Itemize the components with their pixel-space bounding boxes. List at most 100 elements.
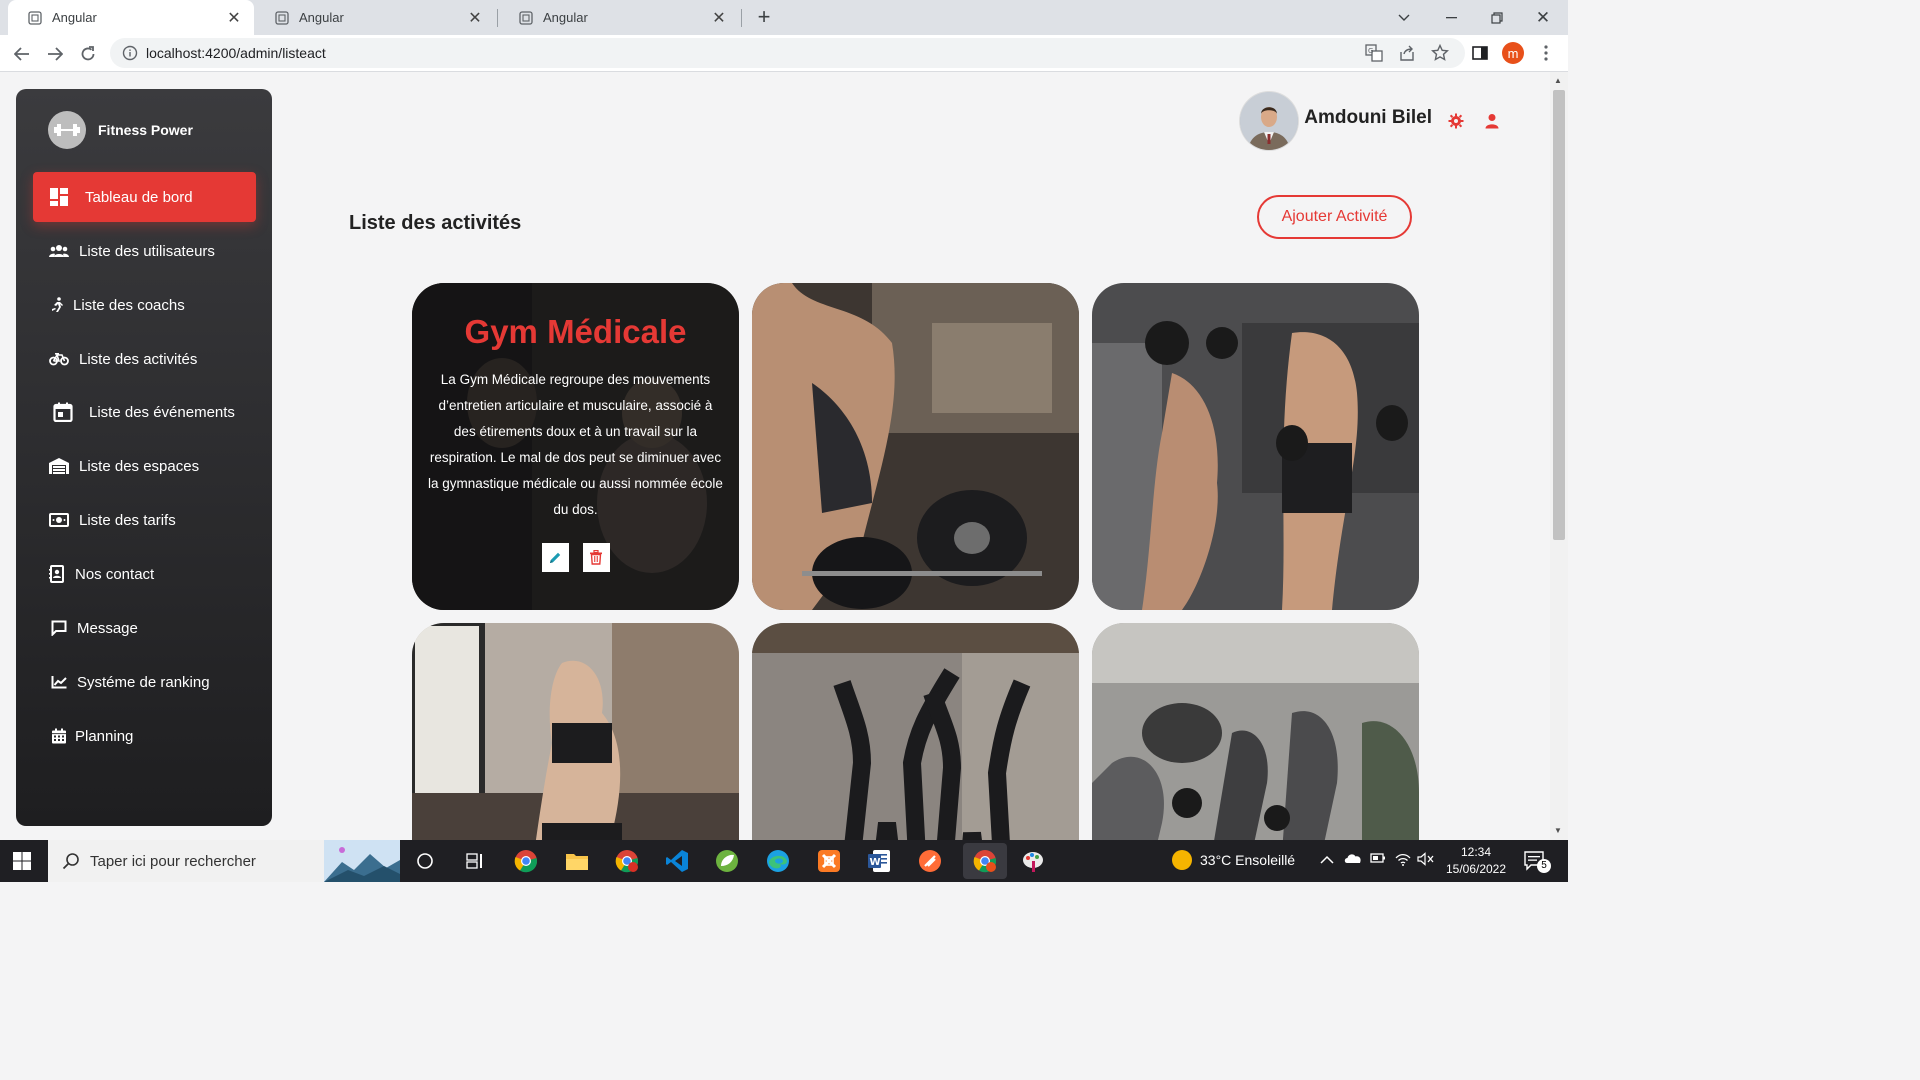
postman-icon[interactable] [915, 846, 945, 876]
sidebar-item-evenements[interactable]: Liste des événements [33, 387, 256, 437]
sidebar-item-ranking[interactable]: Systéme de ranking [33, 657, 256, 707]
clock[interactable]: 12:34 15/06/2022 [1440, 844, 1512, 878]
vscode-icon[interactable] [662, 846, 692, 876]
sidebar-item-message[interactable]: Message [33, 603, 256, 653]
tab-close-icon[interactable]: ✕ [226, 8, 242, 28]
scrollbar-thumb[interactable] [1553, 90, 1565, 540]
sidebar-item-label: Systéme de ranking [77, 673, 210, 691]
side-panel-icon[interactable] [1469, 42, 1491, 64]
menu-kebab-icon[interactable] [1535, 42, 1557, 64]
taskbar-search[interactable]: Taper ici pour rechercher [48, 840, 400, 882]
word-icon[interactable]: W [864, 846, 894, 876]
file-explorer-icon[interactable] [562, 846, 592, 876]
tab-separator [741, 9, 742, 27]
notification-count: 5 [1537, 859, 1551, 873]
notifications-button[interactable]: 5 [1524, 851, 1551, 873]
page-title: Liste des activités [349, 212, 522, 234]
page-content: Fitness Power Tableau de bord Liste des … [0, 72, 1550, 840]
edge-icon[interactable] [763, 846, 793, 876]
site-info-icon[interactable] [122, 45, 138, 61]
battery-icon[interactable] [1370, 852, 1386, 867]
sidebar-item-planning[interactable]: Planning [33, 711, 256, 761]
search-icon [62, 853, 79, 870]
chrome-active-taskbar-icon[interactable] [963, 843, 1007, 879]
reload-icon[interactable] [74, 40, 102, 68]
sun-icon [1172, 850, 1192, 870]
task-view-icon[interactable] [410, 846, 440, 876]
sidebar-item-label: Liste des activités [79, 350, 198, 368]
activity-card[interactable] [752, 623, 1079, 840]
sidebar-item-label: Liste des espaces [79, 457, 200, 475]
activity-card[interactable] [1092, 623, 1419, 840]
browser-tab[interactable]: Angular ✕ [8, 0, 254, 35]
chrome-profile-taskbar-icon[interactable] [612, 846, 642, 876]
chrome-taskbar-icon[interactable] [511, 846, 541, 876]
minimize-icon[interactable] [1428, 0, 1474, 35]
sidebar-item-coachs[interactable]: Liste des coachs [33, 280, 256, 330]
user-area: Amdouni Bilel [1240, 92, 1500, 150]
browser-tab[interactable]: Angular ✕ [255, 0, 495, 35]
brand[interactable]: Fitness Power [48, 111, 193, 149]
sidebar-item-espaces[interactable]: Liste des espaces [33, 441, 256, 491]
activity-title: Gym Médicale [464, 313, 687, 350]
activity-card[interactable] [752, 283, 1079, 610]
windows-start-icon[interactable] [12, 851, 32, 871]
paint-app-icon[interactable] [1018, 846, 1048, 876]
search-highlight-icon [324, 840, 400, 882]
add-activity-button[interactable]: Ajouter Activité [1257, 195, 1412, 239]
scroll-up-icon[interactable]: ▲ [1554, 76, 1562, 85]
page-scrollbar[interactable]: ▲ ▼ [1550, 72, 1568, 840]
activity-card[interactable] [1092, 283, 1419, 610]
forward-icon[interactable] [41, 40, 69, 68]
pencil-icon [550, 552, 561, 563]
restore-icon[interactable] [1474, 0, 1520, 35]
tray-chevron-icon[interactable] [1320, 852, 1334, 867]
profile-avatar[interactable]: m [1502, 42, 1524, 64]
share-icon[interactable] [1396, 42, 1418, 64]
translate-icon[interactable]: G [1363, 42, 1385, 64]
delete-button[interactable] [582, 543, 610, 572]
weather-widget[interactable]: 33°C Ensoleillé [1172, 850, 1295, 870]
spring-tool-icon[interactable] [712, 846, 742, 876]
sidebar-item-label: Liste des utilisateurs [79, 242, 215, 260]
contact-book-icon [45, 564, 69, 584]
gear-icon[interactable] [1448, 113, 1464, 129]
activity-card-featured[interactable]: Gym Médicale La Gym Médicale regroupe de… [412, 283, 739, 610]
tab-close-icon[interactable]: ✕ [467, 8, 483, 28]
windows-taskbar: Taper ici pour rechercher W 33°C Ensolei… [0, 840, 1568, 882]
user-icon[interactable] [1484, 113, 1500, 129]
svg-text:G: G [1368, 47, 1373, 55]
sidebar-item-dashboard[interactable]: Tableau de bord [33, 172, 256, 222]
tab-close-icon[interactable]: ✕ [711, 8, 727, 28]
volume-muted-icon[interactable] [1417, 852, 1435, 869]
brand-name: Fitness Power [98, 122, 193, 138]
onedrive-icon[interactable] [1344, 852, 1362, 867]
xampp-icon[interactable] [814, 846, 844, 876]
activity-card-image [752, 623, 1079, 840]
back-icon[interactable] [8, 40, 36, 68]
browser-tab[interactable]: Angular ✕ [499, 0, 739, 35]
dumbbell-logo-icon [48, 111, 86, 149]
users-icon [47, 241, 71, 261]
close-window-icon[interactable]: ✕ [1520, 0, 1566, 35]
tab-separator [497, 9, 498, 27]
sidebar-item-users[interactable]: Liste des utilisateurs [33, 226, 256, 276]
new-tab-icon[interactable]: + [753, 5, 775, 29]
activity-card-image [412, 623, 739, 840]
bookmark-star-icon[interactable] [1429, 42, 1451, 64]
sidebar-item-activites[interactable]: Liste des activités [33, 334, 256, 384]
activity-card[interactable] [412, 623, 739, 840]
activity-card-image [1092, 623, 1419, 840]
timeline-icon[interactable] [460, 846, 490, 876]
clock-date: 15/06/2022 [1445, 862, 1507, 876]
wifi-icon[interactable] [1395, 852, 1411, 869]
sidebar-item-tarifs[interactable]: Liste des tarifs [33, 495, 256, 545]
avatar[interactable] [1240, 92, 1299, 150]
address-bar[interactable]: localhost:4200/admin/listeact [110, 38, 1465, 68]
edit-button[interactable] [541, 543, 569, 572]
sidebar-item-contact[interactable]: Nos contact [33, 549, 256, 599]
scroll-down-icon[interactable]: ▼ [1554, 826, 1562, 835]
tab-search-chevron-icon[interactable] [1381, 0, 1427, 35]
activity-description: La Gym Médicale regroupe des mouvements … [428, 372, 723, 517]
tab-strip: Angular ✕ Angular ✕ Angular ✕ + ✕ [0, 0, 1568, 35]
